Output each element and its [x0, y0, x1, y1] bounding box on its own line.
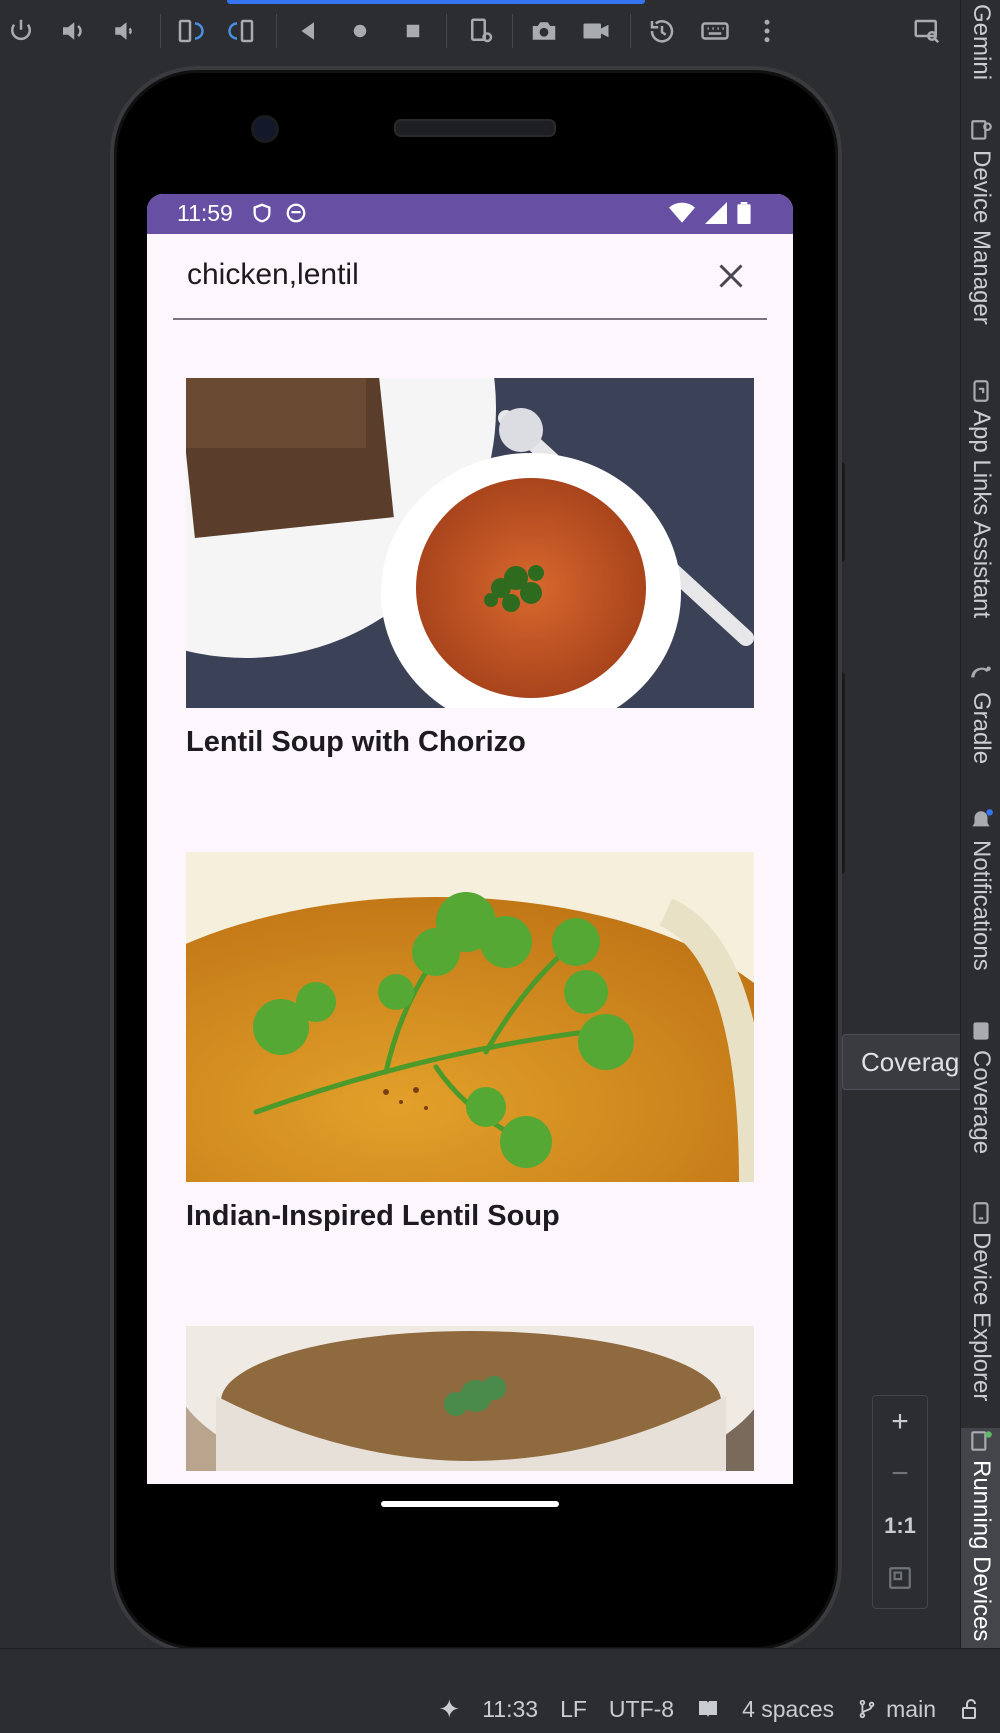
home-icon[interactable]: [343, 14, 377, 48]
device-status-bar: 11:59: [147, 194, 793, 234]
shield-icon: [253, 203, 271, 223]
tool-window-gradle[interactable]: Gradle: [961, 660, 1000, 764]
tool-window-label: Coverage: [968, 1049, 995, 1154]
device-explorer-icon: [973, 1202, 989, 1224]
indent-settings[interactable]: 4 spaces: [742, 1696, 834, 1723]
device-settings-icon[interactable]: [464, 14, 498, 48]
mirror-icon[interactable]: [910, 14, 944, 48]
ingredient-search: [173, 234, 767, 320]
earpiece: [394, 119, 556, 137]
recipe-title[interactable]: Lentil Soup with Chorizo: [186, 726, 526, 759]
vcs-branch[interactable]: main: [856, 1696, 936, 1723]
keyboard-icon[interactable]: [698, 14, 732, 48]
tool-window-label: Gemini: [968, 4, 995, 81]
tool-window-device-explorer[interactable]: Device Explorer: [961, 1200, 1000, 1401]
progress-indicator: [227, 0, 645, 4]
tool-window-running-devices[interactable]: Running Devices: [961, 1428, 1000, 1648]
tool-window-gemini[interactable]: Gemini: [961, 0, 1000, 80]
zoom-in-button[interactable]: +: [873, 1396, 927, 1448]
recipe-image[interactable]: [186, 852, 754, 1182]
tool-window-app-links[interactable]: App Links Assistant: [961, 378, 1000, 618]
camera-icon[interactable]: [527, 14, 561, 48]
rotate-left-icon[interactable]: [173, 14, 207, 48]
branch-icon: [859, 1699, 875, 1719]
home-gesture-handle[interactable]: [381, 1501, 559, 1507]
tool-window-label: Running Devices: [968, 1460, 995, 1642]
recipe-image[interactable]: [186, 378, 754, 708]
device-manager-icon: [971, 120, 992, 140]
tool-window-label: App Links Assistant: [968, 410, 995, 619]
device-time: 11:59: [177, 200, 233, 226]
more-icon[interactable]: [750, 14, 784, 48]
line-separator[interactable]: LF: [560, 1696, 587, 1723]
lock-icon[interactable]: [958, 1696, 982, 1722]
coverage-icon: [973, 1022, 989, 1040]
zoom-controls: + − 1:1: [872, 1395, 928, 1609]
device-nav-bar: [147, 1484, 793, 1534]
file-encoding[interactable]: UTF-8: [609, 1696, 674, 1723]
search-input[interactable]: [187, 252, 687, 298]
tool-window-label: Device Explorer: [968, 1232, 995, 1402]
running-devices-icon: [971, 1431, 992, 1451]
battery-icon: [737, 202, 751, 224]
volume-up-icon[interactable]: [56, 14, 90, 48]
overview-icon[interactable]: [396, 14, 430, 48]
fit-screen-icon: [889, 1567, 911, 1589]
app-notification-icon: [286, 203, 306, 223]
signal-icon: [705, 202, 727, 224]
tool-window-label: Device Manager: [968, 150, 995, 325]
ide-status-bar: ✦ 11:33 LF UTF-8 4 spaces main: [0, 1648, 1000, 1733]
recipe-title[interactable]: Indian-Inspired Lentil Soup: [186, 1200, 560, 1233]
right-tool-strip: Gemini Device Manager App Links Assistan…: [960, 0, 1000, 1648]
sparkle-icon[interactable]: ✦: [438, 1694, 460, 1725]
tool-window-coverage[interactable]: Coverage: [961, 1018, 1000, 1154]
front-camera: [251, 115, 279, 143]
zoom-out-button[interactable]: −: [873, 1448, 927, 1500]
tool-window-label: Gradle: [968, 692, 995, 765]
back-icon[interactable]: [292, 14, 326, 48]
volume-down-icon[interactable]: [107, 14, 141, 48]
wifi-icon: [669, 202, 695, 223]
snapshot-icon[interactable]: [645, 14, 679, 48]
emulator-toolbar: [0, 0, 960, 63]
gradle-icon: [971, 666, 991, 678]
device-screen[interactable]: 11:59 chicken,lentil Lentil Soup with Ch…: [147, 194, 793, 1484]
branch-name: main: [886, 1695, 936, 1722]
reader-mode-icon[interactable]: [696, 1697, 720, 1721]
recipe-image[interactable]: [186, 1326, 754, 1471]
zoom-fit-button[interactable]: [873, 1552, 927, 1604]
app-links-icon: [973, 380, 989, 402]
power-icon[interactable]: [4, 14, 38, 48]
caret-position[interactable]: 11:33: [482, 1696, 538, 1723]
tool-window-label: Notifications: [968, 840, 995, 971]
rotate-right-icon[interactable]: [225, 14, 259, 48]
record-icon[interactable]: [579, 14, 613, 48]
clear-icon[interactable]: [713, 258, 749, 294]
tool-window-notifications[interactable]: Notifications: [961, 808, 1000, 971]
bell-icon: [972, 809, 993, 827]
tool-window-device-manager[interactable]: Device Manager: [961, 118, 1000, 325]
zoom-actual-size-button[interactable]: 1:1: [873, 1500, 927, 1552]
